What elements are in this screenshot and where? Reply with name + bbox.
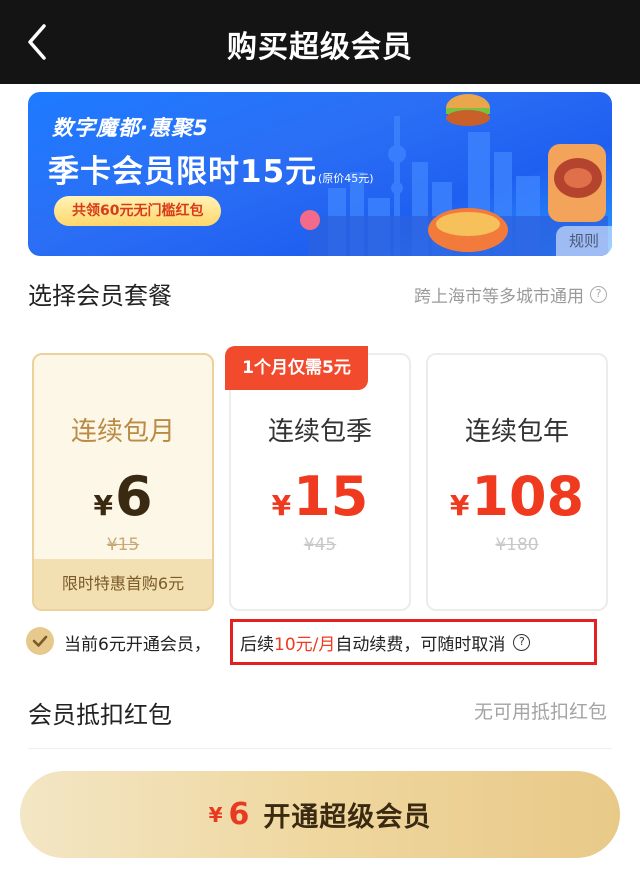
plan-original-price: ¥45 [303, 535, 337, 555]
plan-section-title: 选择会员套餐 [28, 282, 172, 310]
rules-button[interactable]: 规则 [556, 226, 612, 256]
cta-currency: ¥ [208, 802, 223, 827]
checkmark-icon[interactable] [26, 627, 54, 655]
promo-banner[interactable]: 数字魔都·惠聚5 季卡会员限时15元 (原价45元) 共领60元无门槛红包 规则 [28, 92, 612, 256]
check-glyph [32, 635, 48, 647]
banner-headline: 季卡会员限时15元 [48, 154, 318, 190]
red-packet-value[interactable]: 无可用抵扣红包 [474, 697, 607, 724]
red-packet-label: 会员抵扣红包 [28, 701, 172, 729]
page-title: 购买超级会员 [227, 30, 413, 65]
currency-symbol: ¥ [93, 489, 113, 522]
plan-name: 连续包年 [464, 417, 569, 447]
renew-after: 自动续费，可随时取消 [335, 635, 506, 655]
promo-tag: 1个月仅需5元 [225, 346, 368, 390]
banner-original-price: (原价45元) [318, 172, 374, 185]
plan-name: 连续包季 [267, 417, 372, 447]
plan-original-price: ¥180 [495, 535, 539, 555]
plan-price: ¥ 15 [231, 467, 409, 527]
plan-card-quarterly[interactable]: 连续包季 ¥ 15 ¥45 [229, 353, 411, 611]
cta-amount: 6 [228, 797, 250, 832]
plan-footer-note: 限时特惠首购6元 [34, 559, 212, 609]
plan-card-yearly[interactable]: 连续包年 ¥ 108 ¥180 [426, 353, 608, 611]
plan-price: ¥ 6 [34, 467, 212, 527]
auto-renew-text: 后续 10元/月 自动续费，可随时取消 ? [240, 630, 531, 655]
plan-card-monthly[interactable]: 连续包月 ¥ 6 ¥15 限时特惠首购6元 [32, 353, 214, 611]
plan-price: ¥ 108 [428, 467, 606, 527]
agreement-text: 当前6元开通会员， [64, 635, 211, 655]
help-icon[interactable]: ? [513, 634, 531, 651]
coupon-pill[interactable]: 共领60元无门槛红包 [54, 196, 222, 226]
top-bar: 购买超级会员 [0, 0, 640, 84]
currency-symbol: ¥ [449, 489, 470, 522]
divider [28, 748, 612, 749]
price-amount: 6 [114, 465, 153, 528]
cta-label: 开通超级会员 [263, 802, 432, 833]
coverage-note-text: 跨上海市等多城市通用 [414, 287, 584, 307]
coverage-note[interactable]: 跨上海市等多城市通用 ? [414, 282, 607, 307]
plan-original-price: ¥15 [106, 535, 140, 555]
banner-brand: 数字魔都·惠聚5 [52, 116, 209, 140]
help-icon[interactable]: ? [590, 286, 607, 303]
currency-symbol: ¥ [271, 489, 292, 522]
price-amount: 15 [293, 465, 369, 528]
renew-before: 后续 [240, 635, 274, 655]
price-amount: 108 [471, 465, 585, 528]
open-membership-button[interactable]: ¥ 6 开通超级会员 [20, 771, 620, 858]
renew-price: 10元/月 [274, 635, 336, 655]
plan-name: 连续包月 [70, 417, 175, 447]
